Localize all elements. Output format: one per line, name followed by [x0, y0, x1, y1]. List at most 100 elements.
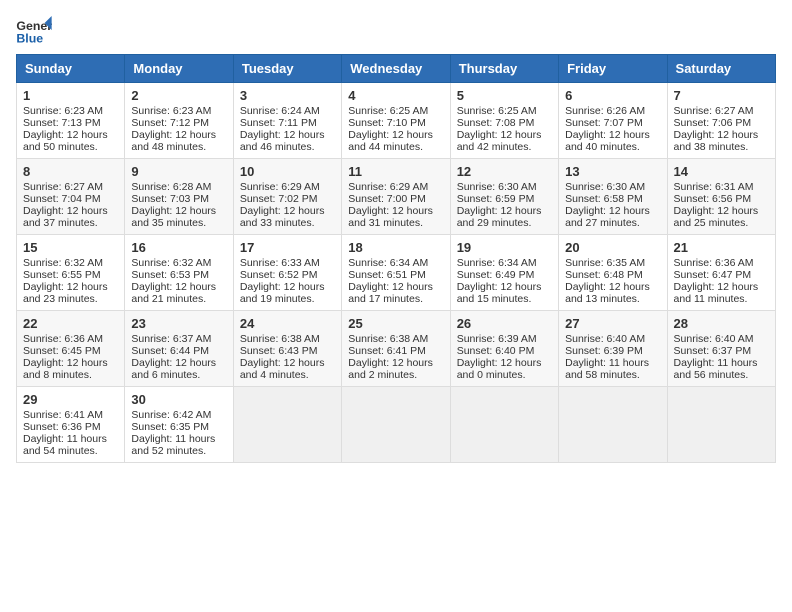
calendar-cell: 28 Sunrise: 6:40 AMSunset: 6:37 PMDayligh… [667, 311, 775, 387]
sunrise: Sunrise: 6:32 AM [23, 257, 103, 269]
calendar-cell: 30Sunrise: 6:42 AMSunset: 6:35 PMDayligh… [125, 387, 233, 463]
sunset: Sunset: 7:02 PM [240, 193, 318, 205]
sunrise: Sunrise: 6:37 AM [131, 333, 211, 345]
sunset: Sunset: 6:51 PM [348, 269, 426, 281]
sunrise: Sunrise: 6:29 AM [240, 181, 320, 193]
calendar-cell [559, 387, 667, 463]
calendar-cell: 10Sunrise: 6:29 AMSunset: 7:02 PMDayligh… [233, 159, 341, 235]
day-header-saturday: Saturday [667, 55, 775, 83]
sunrise: Sunrise: 6:38 AM [348, 333, 428, 345]
daylight: Daylight: 12 hours and 27 minutes. [565, 205, 650, 229]
calendar-cell [342, 387, 450, 463]
calendar-header-row: SundayMondayTuesdayWednesdayThursdayFrid… [17, 55, 776, 83]
sunset: Sunset: 7:03 PM [131, 193, 209, 205]
sunrise: Sunrise: 6:23 AM [23, 105, 103, 117]
daylight: Daylight: 12 hours and 46 minutes. [240, 129, 325, 153]
calendar-cell: 8Sunrise: 6:27 AMSunset: 7:04 PMDaylight… [17, 159, 125, 235]
calendar-cell: 20Sunrise: 6:35 AMSunset: 6:48 PMDayligh… [559, 235, 667, 311]
daylight: Daylight: 12 hours and 35 minutes. [131, 205, 216, 229]
page-header: General Blue [16, 16, 776, 46]
daylight: Daylight: 12 hours and 6 minutes. [131, 357, 216, 381]
day-number: 5 [457, 88, 552, 103]
sunset: Sunset: 6:36 PM [23, 421, 101, 433]
daylight: Daylight: 12 hours and 23 minutes. [23, 281, 108, 305]
daylight: Daylight: 12 hours and 21 minutes. [131, 281, 216, 305]
calendar-cell [233, 387, 341, 463]
sunset: Sunset: 6:44 PM [131, 345, 209, 357]
calendar-cell: 19Sunrise: 6:34 AMSunset: 6:49 PMDayligh… [450, 235, 558, 311]
sunrise: Sunrise: 6:32 AM [131, 257, 211, 269]
sunrise: Sunrise: 6:40 AM [565, 333, 645, 345]
sunrise: Sunrise: 6:36 AM [23, 333, 103, 345]
day-number: 2 [131, 88, 226, 103]
sunset: Sunset: 7:06 PM [674, 117, 752, 129]
day-number: 9 [131, 164, 226, 179]
calendar: SundayMondayTuesdayWednesdayThursdayFrid… [16, 54, 776, 463]
calendar-cell: 26Sunrise: 6:39 AMSunset: 6:40 PMDayligh… [450, 311, 558, 387]
day-number: 26 [457, 316, 552, 331]
calendar-cell: 1Sunrise: 6:23 AMSunset: 7:13 PMDaylight… [17, 83, 125, 159]
calendar-cell: 14Sunrise: 6:31 AMSunset: 6:56 PMDayligh… [667, 159, 775, 235]
sunrise: Sunrise: 6:38 AM [240, 333, 320, 345]
sunset: Sunset: 7:00 PM [348, 193, 426, 205]
sunrise: Sunrise: 6:40 AM [674, 333, 754, 345]
sunset: Sunset: 6:39 PM [565, 345, 643, 357]
day-number: 1 [23, 88, 118, 103]
sunset: Sunset: 7:10 PM [348, 117, 426, 129]
daylight: Daylight: 12 hours and 25 minutes. [674, 205, 759, 229]
daylight: Daylight: 12 hours and 38 minutes. [674, 129, 759, 153]
daylight: Daylight: 11 hours and 56 minutes. [674, 357, 758, 381]
day-number: 14 [674, 164, 769, 179]
sunrise: Sunrise: 6:34 AM [348, 257, 428, 269]
sunrise: Sunrise: 6:26 AM [565, 105, 645, 117]
sunrise: Sunrise: 6:33 AM [240, 257, 320, 269]
daylight: Daylight: 11 hours and 58 minutes. [565, 357, 649, 381]
sunset: Sunset: 6:41 PM [348, 345, 426, 357]
logo-icon: General Blue [16, 16, 52, 46]
day-number: 13 [565, 164, 660, 179]
day-header-thursday: Thursday [450, 55, 558, 83]
sunrise: Sunrise: 6:28 AM [131, 181, 211, 193]
calendar-cell: 11Sunrise: 6:29 AMSunset: 7:00 PMDayligh… [342, 159, 450, 235]
calendar-cell: 23Sunrise: 6:37 AMSunset: 6:44 PMDayligh… [125, 311, 233, 387]
calendar-cell: 7Sunrise: 6:27 AMSunset: 7:06 PMDaylight… [667, 83, 775, 159]
sunset: Sunset: 7:11 PM [240, 117, 317, 129]
logo: General Blue [16, 16, 52, 46]
calendar-cell: 24Sunrise: 6:38 AMSunset: 6:43 PMDayligh… [233, 311, 341, 387]
calendar-cell: 6Sunrise: 6:26 AMSunset: 7:07 PMDaylight… [559, 83, 667, 159]
sunset: Sunset: 7:08 PM [457, 117, 535, 129]
daylight: Daylight: 12 hours and 15 minutes. [457, 281, 542, 305]
daylight: Daylight: 12 hours and 31 minutes. [348, 205, 433, 229]
sunset: Sunset: 6:53 PM [131, 269, 209, 281]
svg-text:Blue: Blue [16, 31, 43, 45]
sunrise: Sunrise: 6:25 AM [457, 105, 537, 117]
sunrise: Sunrise: 6:39 AM [457, 333, 537, 345]
sunset: Sunset: 6:59 PM [457, 193, 535, 205]
calendar-week-1: 1Sunrise: 6:23 AMSunset: 7:13 PMDaylight… [17, 83, 776, 159]
sunset: Sunset: 6:52 PM [240, 269, 318, 281]
sunrise: Sunrise: 6:31 AM [674, 181, 754, 193]
day-number: 17 [240, 240, 335, 255]
calendar-cell: 16 Sunrise: 6:32 AMSunset: 6:53 PMDayligh… [125, 235, 233, 311]
sunset: Sunset: 7:13 PM [23, 117, 101, 129]
sunrise: Sunrise: 6:23 AM [131, 105, 211, 117]
sunset: Sunset: 6:49 PM [457, 269, 535, 281]
calendar-cell: 22Sunrise: 6:36 AMSunset: 6:45 PMDayligh… [17, 311, 125, 387]
sunset: Sunset: 6:37 PM [674, 345, 752, 357]
day-number: 28 [674, 316, 769, 331]
daylight: Daylight: 12 hours and 48 minutes. [131, 129, 216, 153]
calendar-cell: 27Sunrise: 6:40 AMSunset: 6:39 PMDayligh… [559, 311, 667, 387]
sunrise: Sunrise: 6:36 AM [674, 257, 754, 269]
calendar-cell: 15Sunrise: 6:32 AMSunset: 6:55 PMDayligh… [17, 235, 125, 311]
sunrise: Sunrise: 6:42 AM [131, 409, 211, 421]
sunrise: Sunrise: 6:27 AM [674, 105, 754, 117]
sunrise: Sunrise: 6:27 AM [23, 181, 103, 193]
sunset: Sunset: 6:55 PM [23, 269, 101, 281]
day-number: 30 [131, 392, 226, 407]
sunrise: Sunrise: 6:25 AM [348, 105, 428, 117]
day-number: 4 [348, 88, 443, 103]
day-number: 8 [23, 164, 118, 179]
daylight: Daylight: 12 hours and 13 minutes. [565, 281, 650, 305]
day-number: 22 [23, 316, 118, 331]
day-number: 16 [131, 240, 226, 255]
